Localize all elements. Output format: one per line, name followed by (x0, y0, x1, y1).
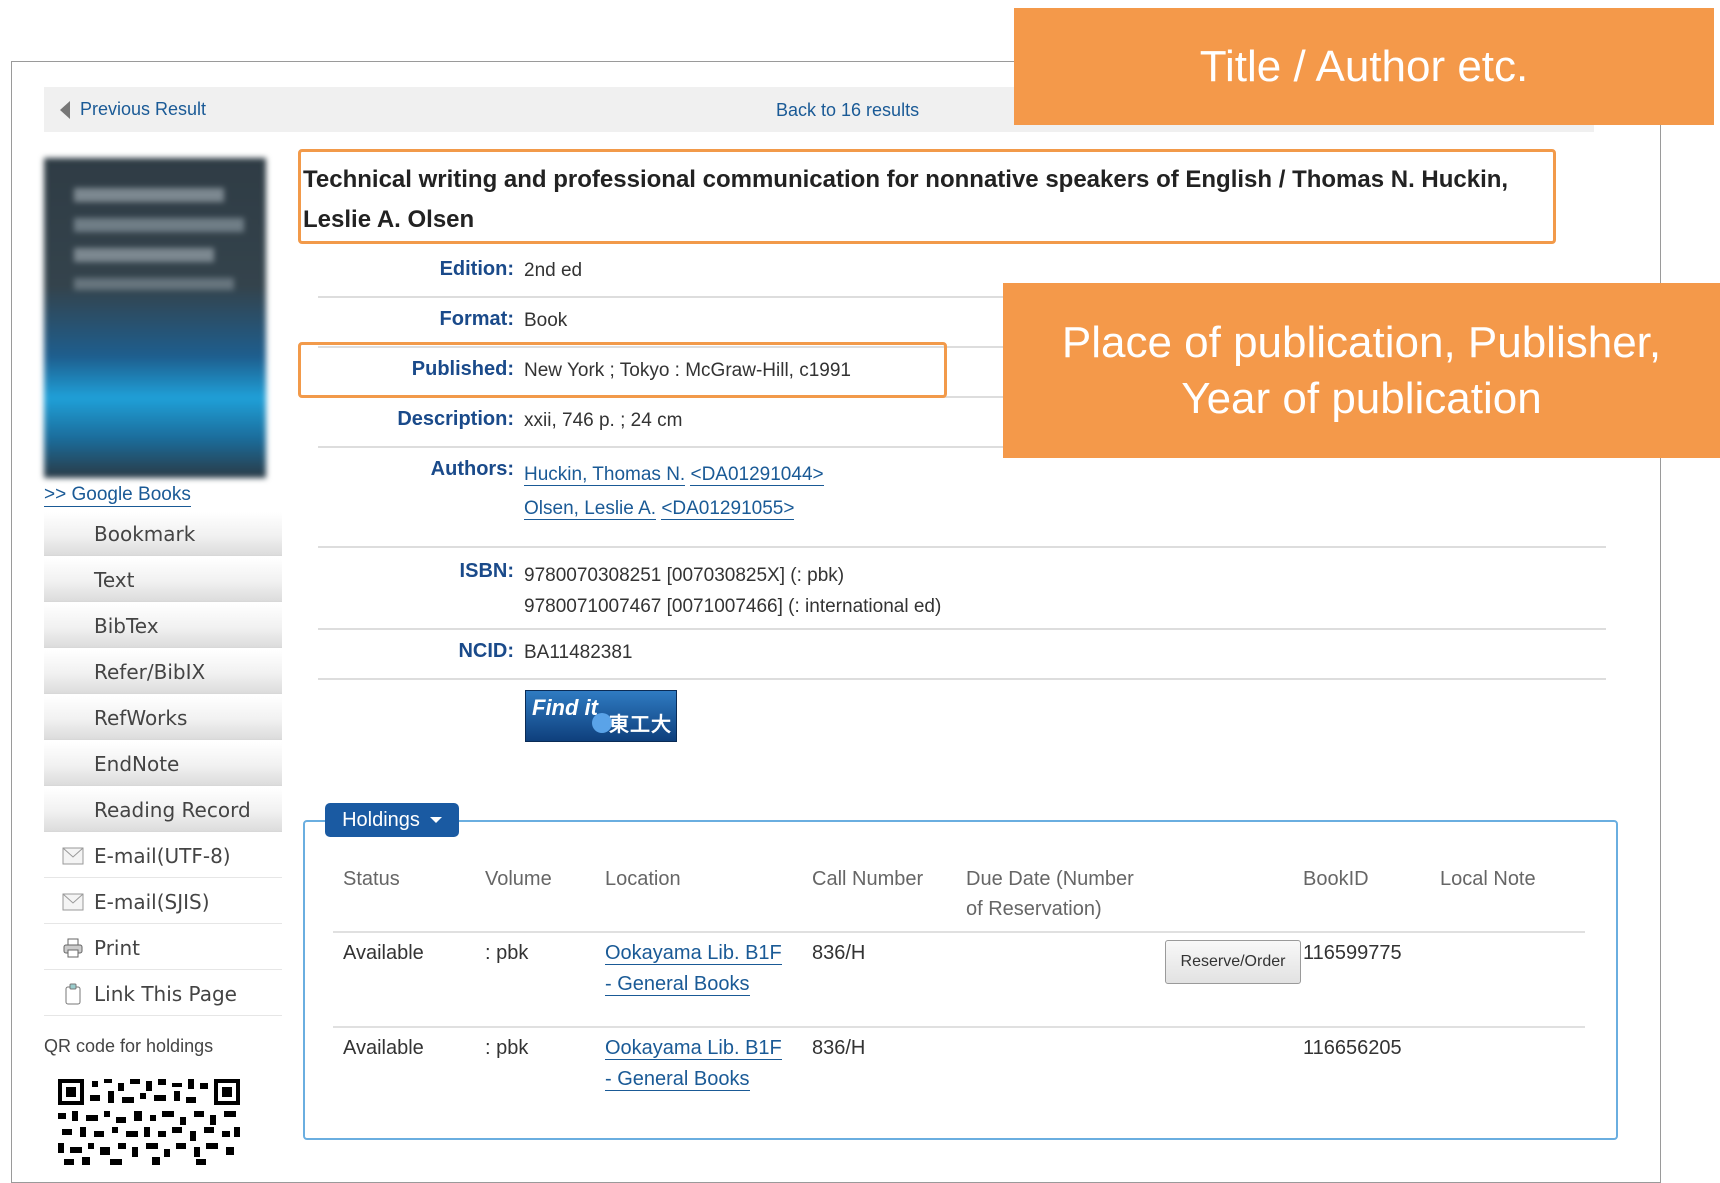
find-it-institution: 東工大 (609, 714, 672, 736)
edition-label: Edition: (439, 258, 514, 280)
isbn-value: 9780070308251 [007030825X] (: pbk) 97800… (524, 560, 941, 622)
row2-location-link-line-1[interactable]: Ookayama Lib. B1F (605, 1037, 782, 1060)
find-it-label: Find it (532, 695, 598, 720)
email-utf8-link[interactable]: E-mail(UTF-8) (44, 834, 282, 878)
row1-call-number: 836/H (812, 942, 866, 964)
row1-volume: : pbk (485, 942, 529, 964)
google-books-link[interactable]: >> Google Books (44, 484, 191, 507)
row1-location-link-line-2[interactable]: - General Books (605, 973, 750, 996)
ncid-row: NCID: BA11482381 (318, 630, 1606, 680)
mail-icon (62, 845, 84, 867)
author-olsen-link[interactable]: Olsen, Leslie A. (524, 498, 657, 520)
col-volume: Volume (485, 868, 552, 890)
col-local-note: Local Note (1440, 868, 1536, 890)
reading-record-button[interactable]: Reading Record (44, 788, 282, 832)
menu-item-label: EndNote (94, 751, 180, 776)
col-due-date: Due Date (Number of Reservation) (966, 864, 1134, 924)
previous-result-link[interactable]: Previous Result (60, 99, 206, 120)
holdings-tab[interactable]: Holdings (325, 803, 459, 837)
format-label: Format: (439, 308, 514, 330)
reserve-order-button[interactable]: Reserve/Order (1165, 940, 1301, 984)
authors-label: Authors: (430, 458, 514, 480)
endnote-export-button[interactable]: EndNote (44, 742, 282, 786)
author-huckin-link[interactable]: Huckin, Thomas N. (524, 464, 686, 486)
row1-bookid: 116599775 (1303, 942, 1402, 964)
refer-bibix-export-button[interactable]: Refer/BibIX (44, 650, 282, 694)
col-call-number: Call Number (812, 868, 924, 890)
row2-volume: : pbk (485, 1037, 529, 1059)
col-due-date-line-1: Due Date (Number (966, 868, 1134, 890)
print-link[interactable]: Print (44, 926, 282, 970)
menu-item-label: Reading Record (94, 797, 251, 822)
menu-item-label: E-mail(SJIS) (94, 889, 210, 914)
author-huckin-id-link[interactable]: <DA01291044> (690, 464, 824, 486)
author-olsen-id-link[interactable]: <DA01291055> (661, 498, 795, 520)
row2-location: Ookayama Lib. B1F - General Books (605, 1033, 782, 1095)
authors-row: Authors: Huckin, Thomas N. <DA01291044> … (318, 448, 1606, 548)
clipboard-icon (62, 983, 84, 1005)
table-divider (333, 931, 1585, 933)
printer-icon (62, 937, 84, 959)
row1-location-link-line-1[interactable]: Ookayama Lib. B1F (605, 942, 782, 965)
ncid-value: BA11482381 (524, 642, 633, 663)
isbn-row: ISBN: 9780070308251 [007030825X] (: pbk)… (318, 548, 1606, 630)
holdings-tab-label: Holdings (342, 808, 420, 831)
col-due-date-line-2: of Reservation) (966, 898, 1102, 920)
published-label: Published: (411, 358, 514, 380)
title-author-callout: Title / Author etc. (1014, 8, 1714, 125)
menu-item-label: RefWorks (94, 705, 188, 730)
record-title: Technical writing and professional commu… (303, 166, 1509, 233)
col-location: Location (605, 868, 681, 890)
find-it-button[interactable]: Find it 東工大 (525, 690, 677, 742)
row2-status: Available (343, 1037, 424, 1059)
col-status: Status (343, 868, 400, 890)
qr-code-image (56, 1077, 242, 1166)
edition-value: 2nd ed (524, 260, 583, 281)
previous-result-label: Previous Result (80, 99, 207, 119)
publication-callout-line-1: Place of publication, Publisher, (1061, 317, 1662, 367)
triangle-left-icon (60, 100, 70, 119)
bibtex-export-button[interactable]: BibTex (44, 604, 282, 648)
export-menu: Bookmark Text BibTex Refer/BibIX RefWork… (44, 512, 282, 1018)
row1-location: Ookayama Lib. B1F - General Books (605, 938, 782, 1000)
description-label: Description: (397, 408, 514, 430)
format-value: Book (524, 310, 568, 331)
row1-status: Available (343, 942, 424, 964)
menu-item-label: Print (94, 935, 141, 960)
row2-location-link-line-2[interactable]: - General Books (605, 1068, 750, 1091)
mail-icon (62, 891, 84, 913)
book-cover-image (44, 158, 266, 478)
menu-item-label: Bookmark (94, 521, 196, 546)
refworks-export-button[interactable]: RefWorks (44, 696, 282, 740)
bookmark-button[interactable]: Bookmark (44, 512, 282, 556)
isbn-line-2: 9780071007467 [0071007466] (: internatio… (524, 596, 942, 617)
menu-item-label: Refer/BibIX (94, 659, 206, 684)
table-divider (333, 1026, 1585, 1028)
text-export-button[interactable]: Text (44, 558, 282, 602)
back-to-results-link[interactable]: Back to 16 results (776, 100, 919, 121)
menu-item-label: BibTex (94, 613, 159, 638)
menu-item-label: Text (94, 567, 135, 592)
qr-code-label: QR code for holdings (44, 1036, 214, 1056)
publication-callout-line-2: Year of publication (1181, 373, 1542, 423)
row2-bookid: 116656205 (1303, 1037, 1402, 1059)
ncid-label: NCID: (458, 640, 514, 662)
col-bookid: BookID (1303, 868, 1369, 890)
menu-item-label: Link This Page (94, 981, 237, 1006)
published-value: New York ; Tokyo : McGraw-Hill, c1991 (524, 360, 851, 381)
title-author-callout-text: Title / Author etc. (1199, 41, 1529, 91)
email-sjis-link[interactable]: E-mail(SJIS) (44, 880, 282, 924)
isbn-line-1: 9780070308251 [007030825X] (: pbk) (524, 565, 845, 586)
description-value: xxii, 746 p. ; 24 cm (524, 410, 683, 431)
caret-down-icon (429, 817, 442, 823)
publication-callout: Place of publication, Publisher, Year of… (1003, 283, 1720, 458)
link-this-page-link[interactable]: Link This Page (44, 972, 282, 1016)
menu-item-label: E-mail(UTF-8) (94, 843, 231, 868)
row2-call-number: 836/H (812, 1037, 866, 1059)
authors-value: Huckin, Thomas N. <DA01291044> Olsen, Le… (524, 458, 824, 526)
isbn-label: ISBN: (459, 560, 514, 582)
